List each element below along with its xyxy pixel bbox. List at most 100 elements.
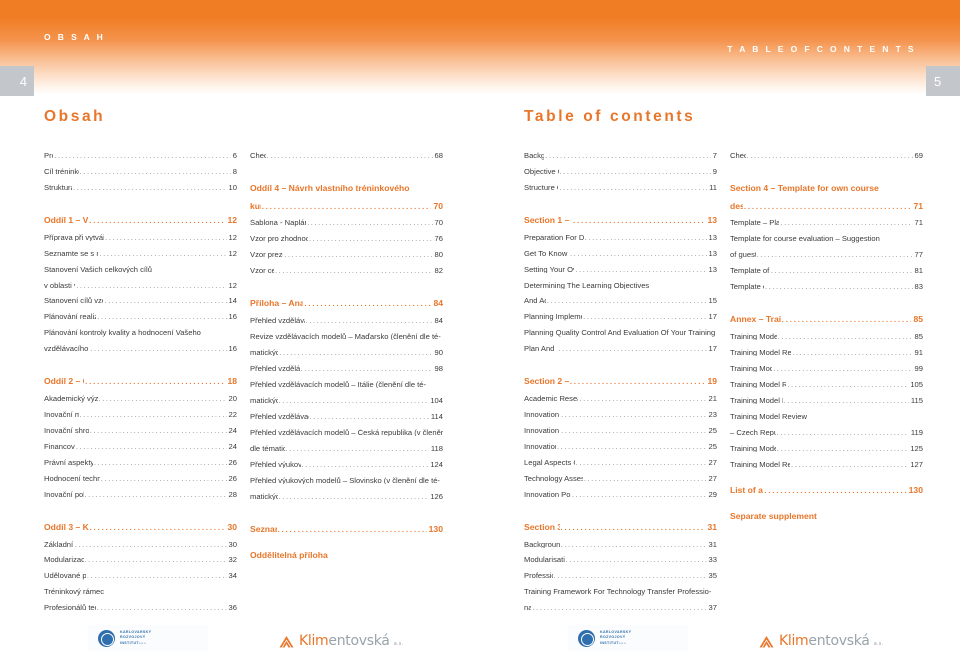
toc-entry[interactable]: Preparation For Designing Your Training … [524, 234, 717, 242]
toc-entry[interactable]: of guestionnaire........................… [730, 251, 923, 259]
toc-entry[interactable]: Innovation Policies And Strategies......… [524, 491, 717, 499]
toc-entry[interactable]: matických oblastí)......................… [250, 397, 443, 405]
toc-entry[interactable]: Oddíl 2 – Oblasti Znalostí..............… [44, 377, 237, 386]
toc-entry[interactable]: Objective Of the guide..................… [524, 168, 717, 176]
toc-entry[interactable]: Legal Aspects Of Technology Transfer....… [524, 459, 717, 467]
toc-entry[interactable]: Innovation Marketing....................… [524, 443, 717, 451]
toc-entry-label: Oddíl 1 – Všeobecné Pokyny [44, 215, 89, 225]
toc-entry[interactable]: Přehled vzdělávacích modelů – Česká repu… [250, 413, 443, 421]
toc-entry[interactable]: Stanovení Vašich celkových cílů.........… [44, 266, 237, 274]
toc-entry[interactable]: Vzor pro zhodnocení kurzu – Návrh dotazn… [250, 235, 443, 243]
toc-entry[interactable]: Revize vzdělávacích modelů – Maďarsko (č… [250, 333, 443, 341]
toc-entry[interactable]: Section 1 – General Instructions........… [524, 216, 717, 225]
toc-entry[interactable]: vzdělávacího plánu a zkušeností.........… [44, 345, 237, 353]
toc-entry[interactable]: Právní aspekty transferu technologií....… [44, 459, 237, 467]
toc-entry[interactable]: kurzu...................................… [250, 202, 443, 211]
toc-entry[interactable]: Příloha – Analýza vzdělávacích kurzů....… [250, 299, 443, 308]
toc-entry[interactable]: Section 3 – Key Skills..................… [524, 523, 717, 532]
toc-entry[interactable]: Training Model Review – Slovenia........… [730, 445, 923, 453]
toc-entry[interactable]: Training Framework For Technology Transf… [524, 588, 717, 596]
toc-entry[interactable]: Training Model Review...................… [730, 413, 923, 421]
toc-entry[interactable]: Udělované profesní označení.............… [44, 572, 237, 580]
toc-entry[interactable]: And Activities..........................… [524, 297, 717, 305]
toc-entry[interactable]: Section 4 – Template for own course.....… [730, 184, 923, 193]
toc-entry[interactable]: Tréninkový rámec........................… [44, 588, 237, 596]
toc-entry[interactable]: Profil..................................… [44, 152, 237, 160]
toc-entry[interactable]: v oblasti vzdělávání....................… [44, 282, 237, 290]
toc-entry[interactable]: nals....................................… [524, 604, 717, 612]
toc-entry[interactable]: Checklist...............................… [250, 152, 443, 160]
toc-entry[interactable]: Training Model Review – Hungary.........… [730, 333, 923, 341]
toc-entry[interactable]: Innovation Fund Raising.................… [524, 427, 717, 435]
toc-entry[interactable]: Checklist...............................… [730, 152, 923, 160]
toc-entry[interactable]: Financování inovací.....................… [44, 443, 237, 451]
toc-spacer [730, 477, 923, 486]
toc-entry[interactable]: Template – Plan your training course....… [730, 219, 923, 227]
toc-entry[interactable]: Template of attendance list.............… [730, 267, 923, 275]
toc-entry[interactable]: List of abbreviations...................… [730, 486, 923, 495]
toc-entry[interactable]: Template of certificate.................… [730, 283, 923, 291]
toc-entry[interactable]: Hodnocení technologií a inovačních potře… [44, 475, 237, 483]
toc-entry-page: 69 [914, 152, 923, 160]
toc-entry[interactable]: Separate supplement.....................… [730, 512, 923, 521]
toc-entry[interactable]: Přehled výukových modelů – Slovinsko....… [250, 461, 443, 469]
toc-entry[interactable]: Professional Titles.....................… [524, 572, 717, 580]
toc-entry[interactable]: Přehled vzdělávacích modelů – Maďarsko..… [250, 317, 443, 325]
toc-entry[interactable]: Vzor certifikátu........................… [250, 267, 443, 275]
toc-entry[interactable]: Přehled vzdělávacích modelů – Itálie....… [250, 365, 443, 373]
toc-entry[interactable]: Inovační politiky a strategie...........… [44, 491, 237, 499]
toc-entry[interactable]: Seznam zkratek..........................… [250, 525, 443, 534]
toc-entry[interactable]: dle tématických oblastí)................… [250, 445, 443, 453]
toc-entry[interactable]: Template for course evaluation – Suggest… [730, 235, 923, 243]
toc-entry[interactable]: design..................................… [730, 202, 923, 211]
toc-entry[interactable]: Cíl tréninkové příručky.................… [44, 168, 237, 176]
toc-entry[interactable]: Annex – Training Course Analysis........… [730, 315, 923, 324]
toc-dot-leader: ........................................… [559, 167, 711, 176]
toc-entry-page: 71 [913, 201, 923, 211]
toc-entry[interactable]: Inovační management.....................… [44, 411, 237, 419]
toc-entry[interactable]: Oddíl 4 – Návrh vlastního tréninkového..… [250, 184, 443, 193]
toc-entry[interactable]: Základní informace......................… [44, 541, 237, 549]
toc-entry[interactable]: Academic Research And Industry Linkage..… [524, 395, 717, 403]
toc-entry[interactable]: Příprava při vytváření Vašich vzdělávací… [44, 234, 237, 242]
toc-entry[interactable]: Profesionálů technologického transferu..… [44, 604, 237, 612]
toc-entry[interactable]: Plan And Experiences....................… [524, 345, 717, 353]
toc-entry[interactable]: Šablona - Naplánuj svůj tréninkový progr… [250, 219, 443, 227]
toc-entry[interactable]: Training Model Review – Slovenia (Subjec… [730, 461, 923, 469]
toc-entry[interactable]: Přehled výukových modelů – Slovinsko (v … [250, 477, 443, 485]
toc-entry[interactable]: matických oblastí)......................… [250, 493, 443, 501]
toc-entry[interactable]: Training Model Review – Italy...........… [730, 365, 923, 373]
toc-entry[interactable]: Akademický výzkum a průmyslové vazby....… [44, 395, 237, 403]
toc-entry[interactable]: Determining The Learning Objectives.....… [524, 282, 717, 290]
toc-entry[interactable]: Training Model Review – Hungary (Subject… [730, 349, 923, 357]
toc-entry[interactable]: Background..............................… [524, 152, 717, 160]
toc-entry[interactable]: Přehled vzdělávacích modelů – Itálie (čl… [250, 381, 443, 389]
toc-entry[interactable]: Modularizace a doba trvání..............… [44, 556, 237, 564]
toc-entry[interactable]: Setting Your Overall Goals In Training..… [524, 266, 717, 274]
toc-entry[interactable]: Oddíl 1 – Všeobecné Pokyny..............… [44, 216, 237, 225]
toc-entry[interactable]: Seznamte se s několika základními pojmy.… [44, 250, 237, 258]
toc-entry[interactable]: Technology Assessment And Innovation Nee… [524, 475, 717, 483]
toc-entry[interactable]: Section 2 – Knowledge Areas.............… [524, 377, 717, 386]
toc-entry[interactable]: Planning Implementation Of The Training … [524, 313, 717, 321]
toc-entry[interactable]: Plánování realizace vzdělávacího plánu..… [44, 313, 237, 321]
toc-entry[interactable]: Přehled vzdělávacích modelů – Česká repu… [250, 429, 443, 437]
toc-entry[interactable]: Oddělitelná příloha.....................… [250, 551, 443, 560]
toc-entry[interactable]: Training Model Review – Czech Republic..… [730, 397, 923, 405]
toc-entry[interactable]: Get To Know Some Basic Terms............… [524, 250, 717, 258]
toc-entry[interactable]: Planning Quality Control And Evaluation … [524, 329, 717, 337]
toc-entry[interactable]: Oddíl 3 – Klíčové Dovednosti............… [44, 523, 237, 532]
toc-entry[interactable]: Background Information..................… [524, 541, 717, 549]
toc-entry[interactable]: Modularisation And Duration.............… [524, 556, 717, 564]
toc-entry[interactable]: – Czech Republic (Subject Areas)........… [730, 429, 923, 437]
toc-entry[interactable]: Structure Of The guide..................… [524, 184, 717, 192]
toc-entry[interactable]: Inovační shromažďování financí..........… [44, 427, 237, 435]
toc-entry[interactable]: Training Model Review – Italy (Subject A… [730, 381, 923, 389]
toc-entry[interactable]: Vzor prezenční listiny..................… [250, 251, 443, 259]
toc-entry[interactable]: Stanovení cílů vzdělávání a vzdělávacích… [44, 297, 237, 305]
toc-entry[interactable]: Plánování kontroly kvality a hodnocení V… [44, 329, 237, 337]
toc-entry[interactable]: Innovation Management...................… [524, 411, 717, 419]
toc-entry[interactable]: matických oblastí)......................… [250, 349, 443, 357]
toc-column-3: Background..............................… [524, 152, 717, 620]
toc-entry[interactable]: Struktura příručky......................… [44, 184, 237, 192]
